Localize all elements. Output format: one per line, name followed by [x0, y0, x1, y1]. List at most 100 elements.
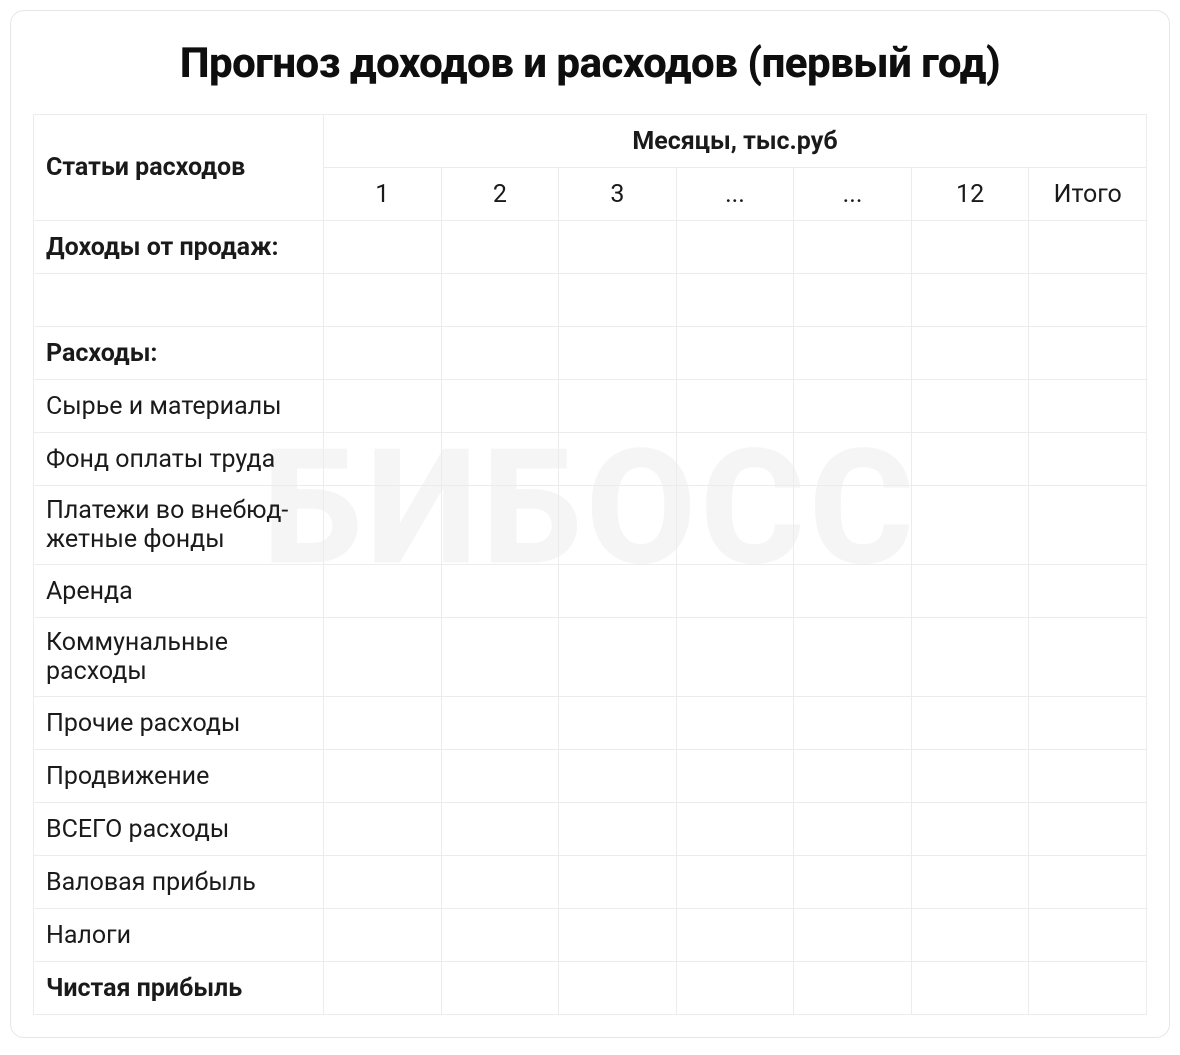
cell — [1029, 274, 1147, 327]
col-header-6: 12 — [911, 168, 1029, 221]
forecast-table: Статьи расходов Месяцы, тыс.руб 1 2 3 ..… — [33, 114, 1147, 1015]
cell — [676, 909, 794, 962]
col-header-2: 2 — [441, 168, 559, 221]
cell — [324, 909, 442, 962]
col-header-3: 3 — [559, 168, 677, 221]
cell — [559, 962, 677, 1015]
table-row: Доходы от продаж: — [34, 221, 1147, 274]
cell — [676, 618, 794, 697]
forecast-card: БИБОСС Прогноз доходов и расходов (первы… — [10, 10, 1170, 1038]
cell — [794, 909, 912, 962]
cell — [441, 962, 559, 1015]
table-header-row-1: Статьи расходов Месяцы, тыс.руб — [34, 115, 1147, 168]
cell — [1029, 618, 1147, 697]
page-title: Прогноз доходов и расходов (первый год) — [33, 39, 1147, 88]
cell — [324, 618, 442, 697]
cell — [794, 618, 912, 697]
cell — [676, 274, 794, 327]
cell — [911, 697, 1029, 750]
cell — [676, 962, 794, 1015]
row-label: Продвижение — [34, 750, 324, 803]
row-label — [34, 274, 324, 327]
table-row: Прочие расходы — [34, 697, 1147, 750]
cell — [676, 486, 794, 565]
cell — [324, 565, 442, 618]
cell — [441, 274, 559, 327]
row-header-label: Статьи расходов — [34, 115, 324, 221]
cell — [794, 327, 912, 380]
table-row: Расходы: — [34, 327, 1147, 380]
cell — [559, 221, 677, 274]
cell — [1029, 909, 1147, 962]
col-header-total: Итого — [1029, 168, 1147, 221]
cell — [1029, 433, 1147, 486]
cell — [559, 856, 677, 909]
cell — [559, 803, 677, 856]
table-row: Фонд оплаты труда — [34, 433, 1147, 486]
cell — [676, 380, 794, 433]
cell — [1029, 962, 1147, 1015]
cell — [911, 909, 1029, 962]
row-label: Налоги — [34, 909, 324, 962]
cell — [559, 565, 677, 618]
cell — [441, 380, 559, 433]
cell — [794, 856, 912, 909]
cell — [324, 380, 442, 433]
cell — [559, 909, 677, 962]
cell — [324, 221, 442, 274]
cell — [911, 380, 1029, 433]
row-label: Платежи во внебюд­жетные фонды — [34, 486, 324, 565]
cell — [559, 274, 677, 327]
row-label: Доходы от продаж: — [34, 221, 324, 274]
cell — [1029, 221, 1147, 274]
cell — [324, 486, 442, 565]
cell — [911, 856, 1029, 909]
cell — [676, 221, 794, 274]
cell — [441, 697, 559, 750]
cell — [559, 486, 677, 565]
cell — [441, 618, 559, 697]
table-row: Продвижение — [34, 750, 1147, 803]
cell — [676, 803, 794, 856]
row-label: Чистая прибыль — [34, 962, 324, 1015]
table-row: Платежи во внебюд­жетные фонды — [34, 486, 1147, 565]
cell — [1029, 565, 1147, 618]
cell — [324, 750, 442, 803]
col-header-1: 1 — [324, 168, 442, 221]
cell — [676, 856, 794, 909]
table-row: Валовая прибыль — [34, 856, 1147, 909]
row-label: Расходы: — [34, 327, 324, 380]
cell — [676, 750, 794, 803]
cell — [559, 327, 677, 380]
cell — [794, 221, 912, 274]
months-group-header: Месяцы, тыс.руб — [324, 115, 1147, 168]
cell — [794, 380, 912, 433]
cell — [1029, 380, 1147, 433]
table-row: ВСЕГО расходы — [34, 803, 1147, 856]
cell — [441, 856, 559, 909]
cell — [324, 803, 442, 856]
cell — [676, 433, 794, 486]
cell — [441, 803, 559, 856]
cell — [441, 750, 559, 803]
cell — [441, 327, 559, 380]
cell — [324, 697, 442, 750]
table-row: Коммунальные расходы — [34, 618, 1147, 697]
cell — [324, 962, 442, 1015]
table-row: Налоги — [34, 909, 1147, 962]
cell — [324, 274, 442, 327]
cell — [324, 327, 442, 380]
row-label: Сырье и материалы — [34, 380, 324, 433]
cell — [324, 856, 442, 909]
cell — [794, 565, 912, 618]
cell — [676, 697, 794, 750]
table-body: Доходы от продаж: Расходы:Сырье и материа… — [34, 221, 1147, 1015]
cell — [1029, 327, 1147, 380]
cell — [911, 486, 1029, 565]
table-row: Аренда — [34, 565, 1147, 618]
cell — [559, 697, 677, 750]
col-header-4: ... — [676, 168, 794, 221]
cell — [559, 618, 677, 697]
cell — [911, 565, 1029, 618]
cell — [1029, 486, 1147, 565]
